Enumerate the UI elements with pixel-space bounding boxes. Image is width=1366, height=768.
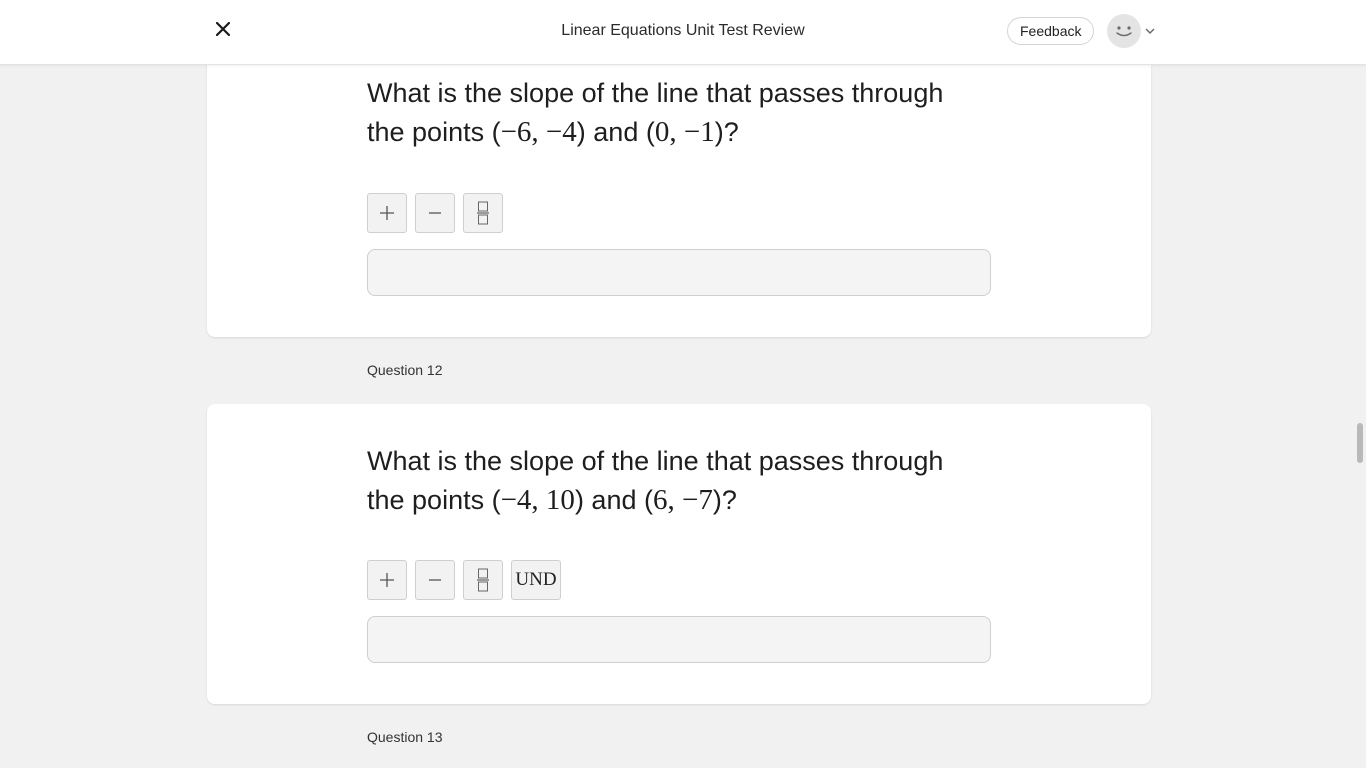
fraction-icon — [477, 568, 489, 592]
minus-button[interactable] — [415, 560, 455, 600]
point-1: −4, 10 — [500, 484, 575, 516]
undefined-button[interactable]: UND — [511, 560, 561, 600]
chevron-down-icon — [1145, 28, 1155, 34]
plus-icon — [380, 206, 394, 220]
minus-button[interactable] — [415, 193, 455, 233]
plus-button[interactable] — [367, 193, 407, 233]
point-2: 0, −1 — [654, 116, 715, 148]
smiley-avatar-icon — [1116, 26, 1132, 37]
question-number: Question 13 — [367, 729, 443, 745]
minus-icon — [429, 212, 441, 214]
fraction-icon — [477, 201, 489, 225]
avatar — [1107, 14, 1141, 48]
minus-icon — [429, 579, 441, 581]
fraction-button[interactable] — [463, 193, 503, 233]
plus-button[interactable] — [367, 560, 407, 600]
plus-icon — [380, 573, 394, 587]
question-prompt: What is the slope of the line that passe… — [367, 446, 944, 516]
question-number: Question 12 — [367, 362, 443, 378]
answer-toolbar: UND — [367, 560, 561, 600]
scrollbar-thumb[interactable] — [1357, 423, 1363, 463]
question-card: What is the slope of the line that passe… — [207, 404, 1151, 704]
answer-input[interactable] — [367, 249, 991, 296]
page-title: Linear Equations Unit Test Review — [561, 22, 805, 39]
account-menu[interactable] — [1107, 14, 1155, 48]
point-2: 6, −7 — [652, 484, 713, 516]
feedback-button[interactable]: Feedback — [1007, 17, 1095, 45]
question-card: What is the slope of the line that passe… — [207, 30, 1151, 337]
point-1: −6, −4 — [500, 116, 577, 148]
fraction-button[interactable] — [463, 560, 503, 600]
answer-toolbar — [367, 193, 503, 233]
question-prompt: What is the slope of the line that passe… — [367, 78, 944, 148]
top-bar: Linear Equations Unit Test Review Feedba… — [0, 0, 1366, 65]
answer-input[interactable] — [367, 616, 991, 663]
